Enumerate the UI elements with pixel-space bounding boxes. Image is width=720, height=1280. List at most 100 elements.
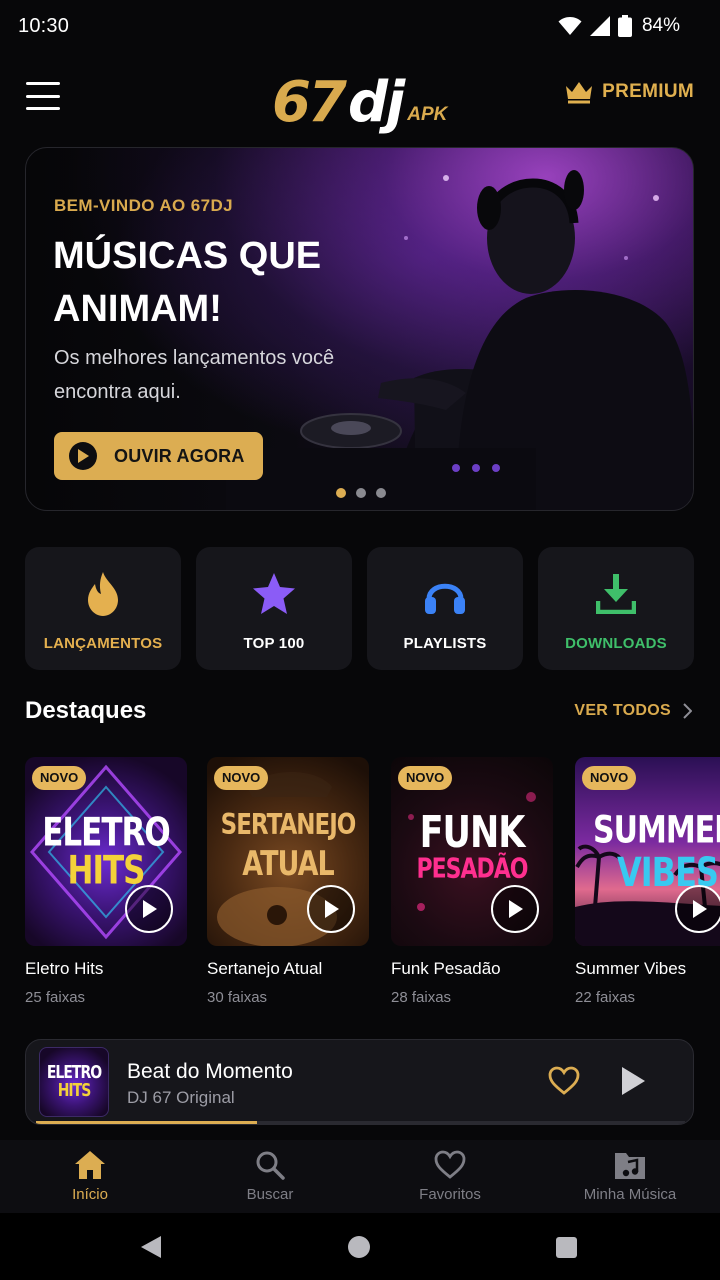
cover-text-line2: HITS <box>57 1081 92 1101</box>
cover-text-line1: FUNK <box>419 808 526 858</box>
playlist-card[interactable]: NOVO SUMMER VIBES Summer Vibes 22 faixas <box>575 757 720 1006</box>
download-icon <box>596 571 636 617</box>
menu-icon-bar <box>26 107 60 110</box>
cover-text-line2: PESADÃO <box>416 853 528 886</box>
playlist-title: Summer Vibes <box>575 959 687 978</box>
playlist-card[interactable]: NOVO ELETRO HITS Eletro Hits 25 faixas <box>25 757 187 1006</box>
home-system-button[interactable] <box>348 1236 370 1258</box>
battery-percent: 84% <box>641 15 680 36</box>
play-button[interactable] <box>675 885 720 933</box>
listen-now-button[interactable]: OUVIR AGORA <box>54 432 263 480</box>
heart-icon <box>434 1150 466 1179</box>
playlist-title: Sertanejo Atual <box>207 959 323 978</box>
playlist-cover: NOVO SUMMER VIBES <box>575 757 720 946</box>
category-top-100[interactable]: TOP 100 <box>196 547 352 670</box>
music-folder-icon <box>615 1153 645 1179</box>
playlist-track-count: 25 faixas <box>25 989 86 1006</box>
now-playing-title: Beat do Momento <box>127 1060 293 1083</box>
mini-player[interactable]: ELETRO HITS Beat do Momento DJ 67 Origin… <box>25 1039 694 1125</box>
premium-button[interactable]: PREMIUM <box>564 80 694 104</box>
playlist-title: Eletro Hits <box>25 959 104 978</box>
see-all-label: VER TODOS <box>574 702 671 719</box>
playback-progress-bar[interactable] <box>36 1121 685 1124</box>
play-button[interactable] <box>307 885 355 933</box>
play-button[interactable] <box>125 885 173 933</box>
favorite-button[interactable] <box>548 1066 580 1101</box>
wifi-icon <box>558 17 582 35</box>
new-badge: NOVO <box>214 766 269 790</box>
category-downloads[interactable]: DOWNLOADS <box>538 547 694 670</box>
bottom-navigation: Início Buscar Favoritos Minha Música <box>0 1140 720 1213</box>
cover-text-line2: ATUAL <box>242 845 334 884</box>
carousel-dot[interactable] <box>336 488 346 498</box>
now-playing-artist: DJ 67 Original <box>127 1088 235 1107</box>
playlist-cover: NOVO SERTANEJO ATUAL <box>207 757 369 946</box>
nav-label: Favoritos <box>419 1186 481 1203</box>
chevron-right-icon <box>683 703 692 719</box>
carousel-dots <box>336 488 386 498</box>
playlist-track-count: 28 faixas <box>391 989 452 1006</box>
signal-icon <box>589 16 610 36</box>
logo-apk: APK <box>407 104 448 125</box>
status-time: 10:30 <box>18 14 70 37</box>
premium-label: PREMIUM <box>602 81 694 102</box>
playback-progress-fill <box>36 1121 257 1124</box>
category-lancamentos[interactable]: LANÇAMENTOS <box>25 547 181 670</box>
hero-title: MÚSICAS QUE ANIMAM! <box>53 235 322 330</box>
category-label: DOWNLOADS <box>565 635 667 652</box>
back-icon[interactable] <box>140 1235 162 1259</box>
category-row: LANÇAMENTOS TOP 100 PLAYLISTS DOWNLOADS <box>25 547 694 670</box>
play-icon <box>143 900 157 918</box>
see-all-button[interactable]: VER TODOS <box>574 702 692 720</box>
nav-label: Buscar <box>246 1186 294 1203</box>
crown-icon <box>566 82 593 104</box>
heart-icon <box>548 1066 580 1095</box>
mini-play-button[interactable] <box>621 1067 645 1100</box>
nav-minha-musica[interactable]: Minha Música <box>540 1140 720 1213</box>
carousel-dot[interactable] <box>376 488 386 498</box>
star-icon <box>252 571 296 617</box>
nav-buscar[interactable]: Buscar <box>180 1140 360 1213</box>
app-header: 67 dj APK PREMIUM <box>0 56 720 136</box>
play-button[interactable] <box>491 885 539 933</box>
home-icon <box>75 1151 105 1179</box>
new-badge: NOVO <box>582 766 637 790</box>
play-icon <box>509 900 523 918</box>
hero-subtitle: Os melhores lançamentos você encontra aq… <box>54 347 335 403</box>
new-badge: NOVO <box>398 766 453 790</box>
logo-dj: dj <box>347 70 405 135</box>
playlist-track-count: 30 faixas <box>207 989 268 1006</box>
nav-label: Minha Música <box>583 1186 677 1203</box>
nav-inicio[interactable]: Início <box>0 1140 180 1213</box>
fire-icon <box>84 571 122 617</box>
battery-icon <box>617 15 632 37</box>
category-playlists[interactable]: PLAYLISTS <box>367 547 523 670</box>
status-bar: 10:30 84% <box>0 0 720 52</box>
playlist-track-count: 22 faixas <box>575 989 636 1006</box>
menu-button[interactable] <box>26 82 60 110</box>
play-icon <box>69 442 97 470</box>
carousel-dot[interactable] <box>356 488 366 498</box>
play-icon <box>622 1067 645 1095</box>
hero-banner[interactable]: BEM-VINDO AO 67DJ MÚSICAS QUE ANIMAM! Os… <box>25 147 694 511</box>
playlist-cover: NOVO ELETRO HITS <box>25 757 187 946</box>
playlist-card[interactable]: NOVO SERTANEJO ATUAL Sertanejo Atual 30 … <box>207 757 369 1006</box>
hero-kicker: BEM-VINDO AO 67DJ <box>54 196 234 215</box>
recent-apps-button[interactable] <box>556 1237 577 1258</box>
playlist-card[interactable]: NOVO FUNK PESADÃO Funk Pesadão 28 faixas <box>391 757 553 1006</box>
system-navigation-bar <box>0 1213 720 1280</box>
category-label: TOP 100 <box>243 635 305 652</box>
play-icon <box>693 900 707 918</box>
play-icon <box>325 900 339 918</box>
listen-now-label: OUVIR AGORA <box>114 445 245 466</box>
cover-text-line1: ELETRO <box>46 1063 102 1083</box>
logo-number: 67 <box>272 70 347 135</box>
nav-favoritos[interactable]: Favoritos <box>360 1140 540 1213</box>
playlist-cover: NOVO FUNK PESADÃO <box>391 757 553 946</box>
app-logo: 67 dj APK <box>272 62 447 132</box>
nav-label: Início <box>72 1186 108 1203</box>
menu-icon-bar <box>26 94 60 98</box>
cover-text-line2: HITS <box>67 848 146 894</box>
category-label: PLAYLISTS <box>403 635 487 652</box>
status-icons: 84% <box>558 15 680 37</box>
